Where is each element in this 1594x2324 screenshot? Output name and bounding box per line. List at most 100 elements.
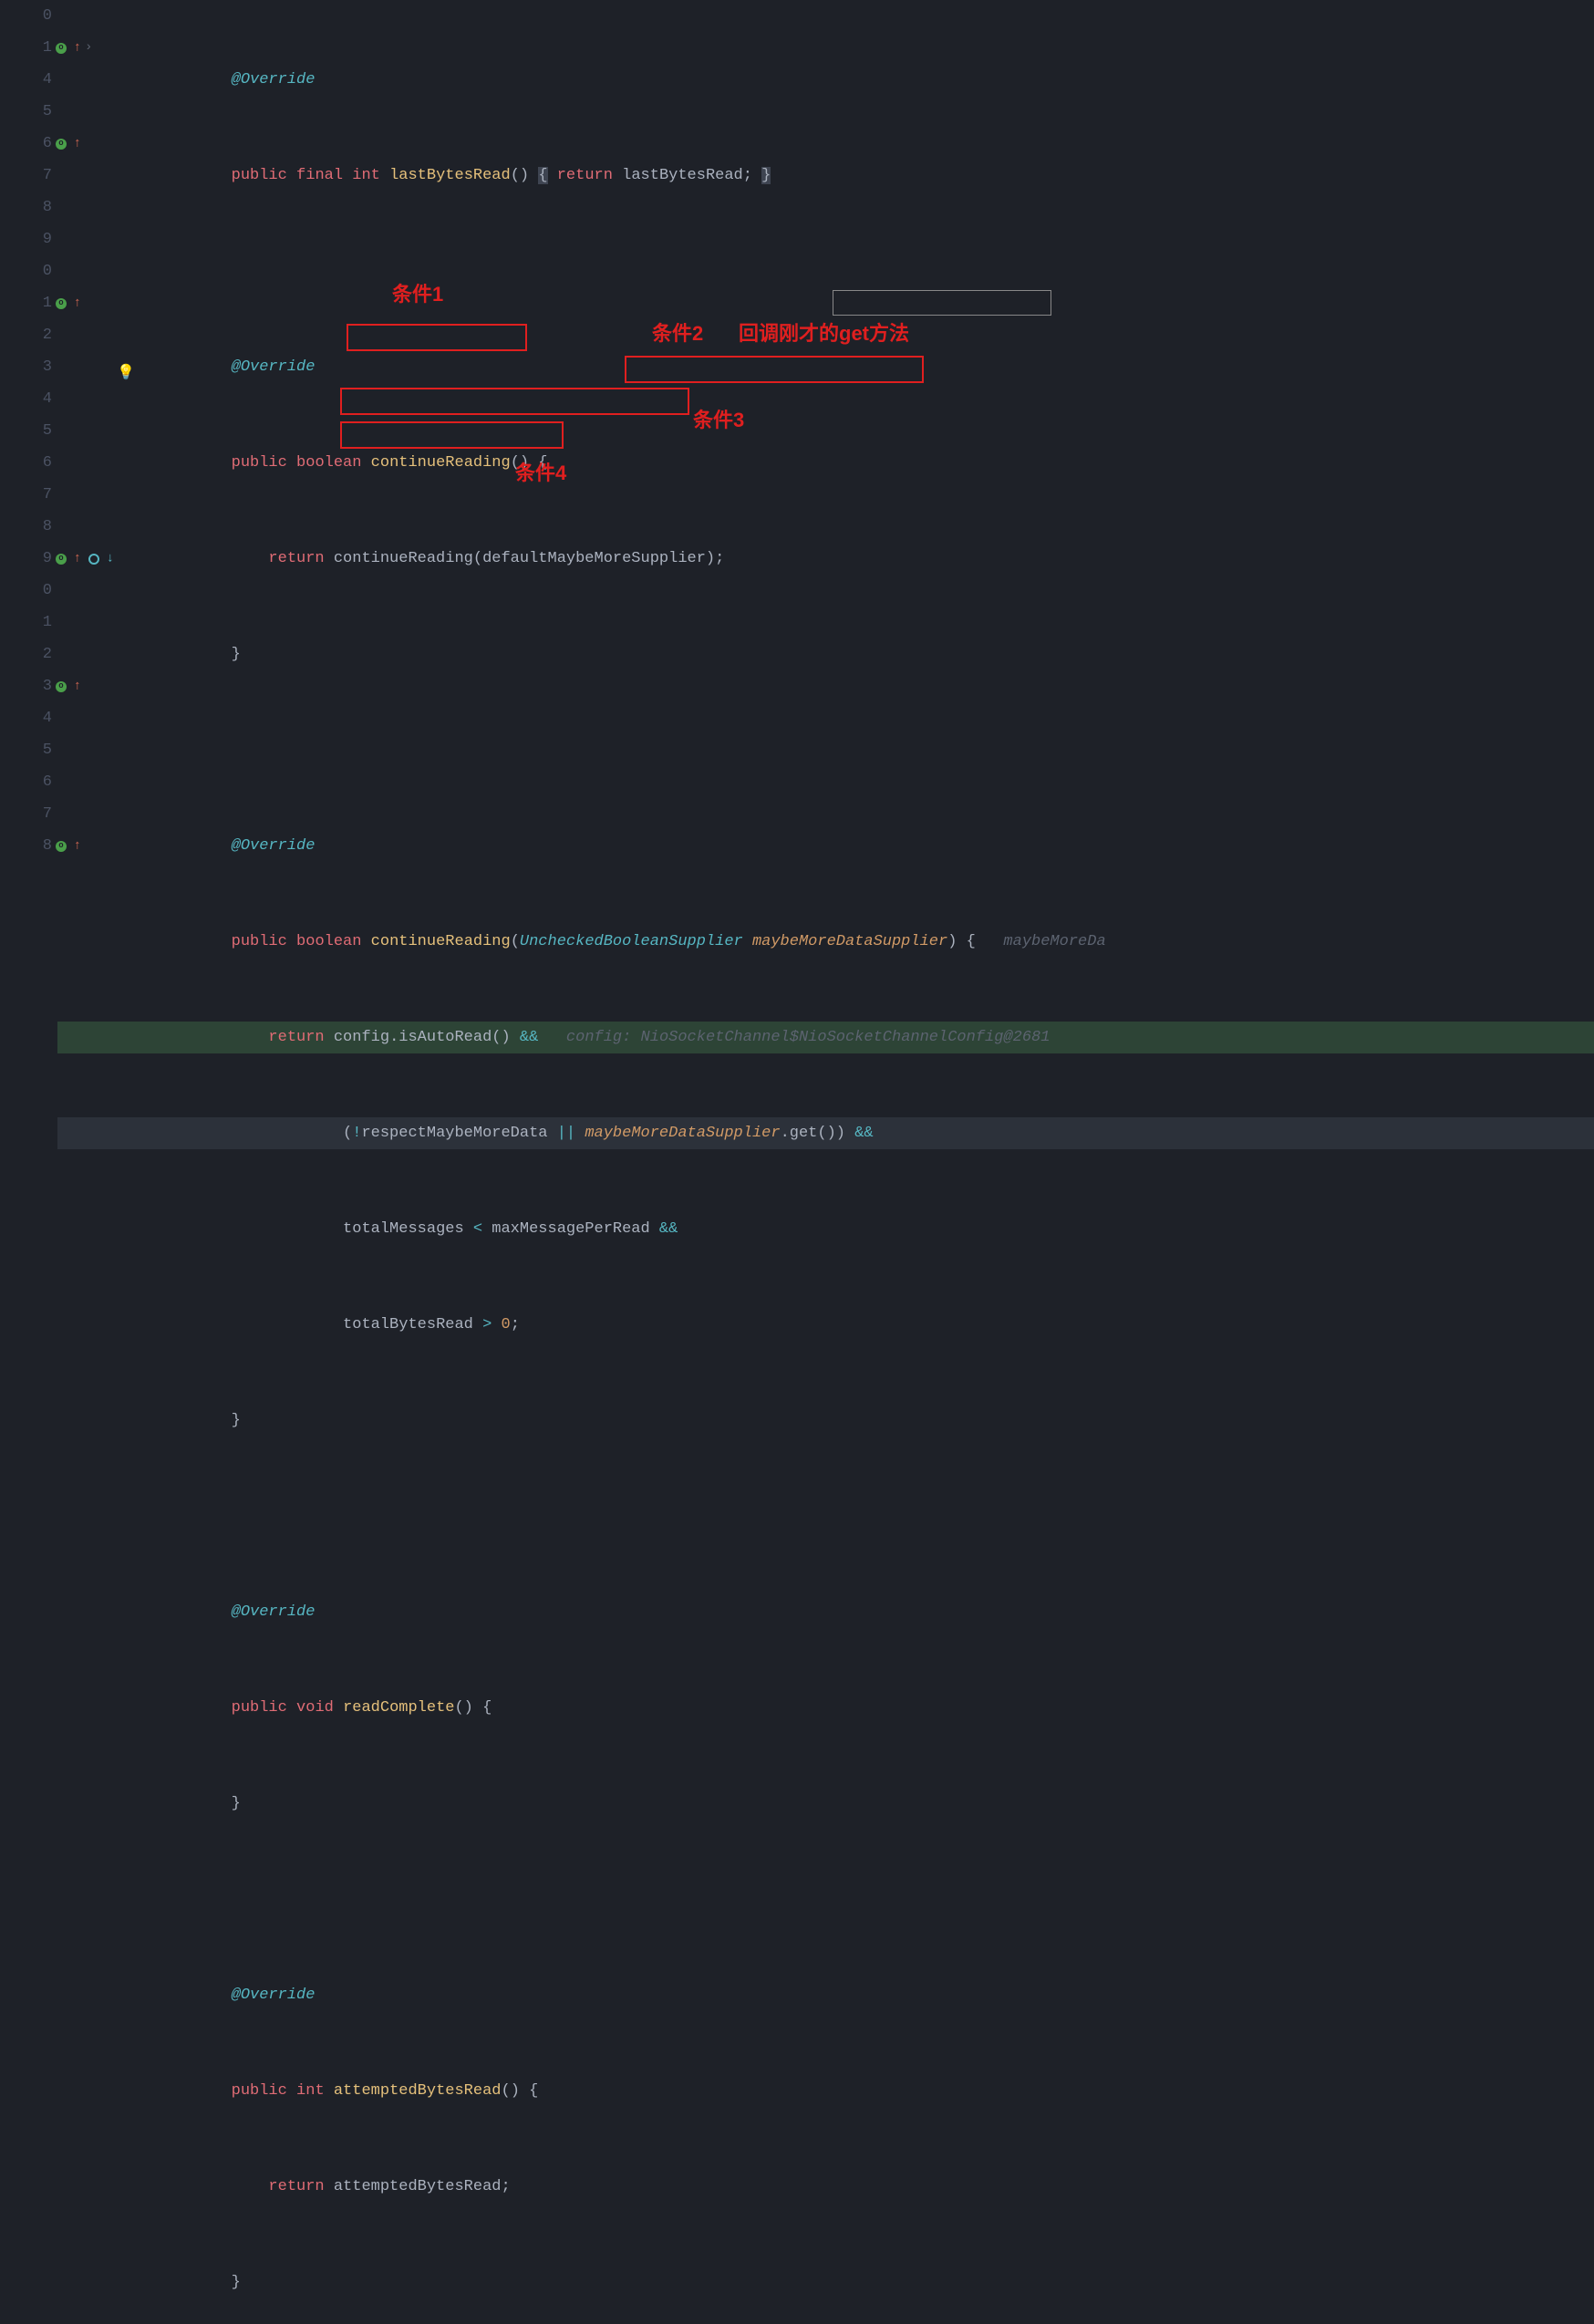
- identifier: maybeMoreDataSupplier: [585, 1125, 780, 1142]
- code-line[interactable]: @Override: [146, 1979, 1594, 2011]
- line-number: 2: [43, 646, 68, 663]
- line-number: 5: [43, 422, 68, 440]
- inline-hint: maybeMoreDa: [1003, 933, 1105, 950]
- operator: <: [473, 1220, 482, 1238]
- chevron-right-icon[interactable]: ›: [85, 32, 92, 64]
- keyword: return: [268, 2178, 324, 2195]
- code-line[interactable]: [146, 1883, 1594, 1915]
- highlight-box-4: [340, 421, 564, 449]
- fold-gutter: ›: [78, 0, 109, 1162]
- code-content[interactable]: @Override public final int lastBytesRead…: [146, 0, 1594, 1162]
- line-number: 8: [43, 518, 68, 535]
- condition-2-suffix-label: 回调刚才的get方法: [739, 324, 909, 344]
- line-number: 0: [43, 7, 68, 25]
- line-number: 0: [43, 582, 68, 599]
- override-marker-icon[interactable]: o: [56, 139, 67, 150]
- code-line[interactable]: }: [146, 1405, 1594, 1437]
- operator: ||: [557, 1125, 575, 1142]
- code-editor[interactable]: 0 1o↑ 4 5 6o↑ 7 8 9 0 1o↑ 2 3 4 5 6 7 8 …: [0, 0, 1594, 1162]
- code-line[interactable]: @Override: [146, 351, 1594, 383]
- type: int: [352, 167, 380, 184]
- intention-gutter: 💡: [109, 0, 146, 1162]
- line-number: 9: [43, 231, 68, 248]
- identifier: maxMessagePerRead: [492, 1220, 649, 1238]
- override-marker-icon[interactable]: o: [56, 298, 67, 309]
- annotation: @Override: [232, 1987, 316, 2004]
- keyword: return: [268, 1029, 324, 1046]
- code-line[interactable]: [146, 734, 1594, 766]
- method-call: isAutoRead: [398, 1029, 492, 1046]
- inline-hint: ChannelConfig@2681: [883, 1029, 1051, 1046]
- line-number: 1: [43, 614, 68, 631]
- code-line[interactable]: [146, 1500, 1594, 1532]
- method-name: attemptedBytesRead: [334, 2082, 502, 2100]
- identifier: totalMessages: [343, 1220, 464, 1238]
- code-line-highlighted[interactable]: return config.isAutoRead() && config: Ni…: [57, 1022, 1594, 1053]
- code-line[interactable]: @Override: [146, 1596, 1594, 1628]
- override-marker-icon[interactable]: o: [56, 841, 67, 852]
- code-line-current[interactable]: (!respectMaybeMoreData || maybeMoreDataS…: [57, 1117, 1594, 1149]
- identifier: respectMaybeMoreData: [361, 1125, 547, 1142]
- type: boolean: [296, 933, 361, 950]
- operator: &&: [520, 1029, 538, 1046]
- param-type: UncheckedBooleanSupplier: [520, 933, 743, 950]
- line-number-gutter: 0 1o↑ 4 5 6o↑ 7 8 9 0 1o↑ 2 3 4 5 6 7 8 …: [0, 0, 78, 1162]
- line-number: 7: [43, 805, 68, 823]
- code-line[interactable]: public int attemptedBytesRead() {: [146, 2075, 1594, 2107]
- code-line[interactable]: public void readComplete() {: [146, 1692, 1594, 1724]
- line-number: 4: [43, 710, 68, 727]
- code-line[interactable]: [146, 255, 1594, 287]
- code-line[interactable]: return continueReading(defaultMaybeMoreS…: [146, 543, 1594, 575]
- line-number: 4: [43, 390, 68, 408]
- operator: >: [482, 1316, 492, 1333]
- keyword: return: [268, 550, 324, 567]
- code-line[interactable]: public final int lastBytesRead() { retur…: [146, 160, 1594, 192]
- code-line[interactable]: }: [146, 1788, 1594, 1820]
- type: int: [296, 2082, 325, 2100]
- keyword: final: [296, 167, 343, 184]
- condition-1-label: 条件1: [392, 285, 443, 305]
- annotation: @Override: [232, 1603, 316, 1621]
- line-number: 6: [43, 773, 68, 791]
- override-marker-icon[interactable]: o: [56, 554, 67, 565]
- type: void: [296, 1699, 334, 1717]
- line-number: 8: [43, 199, 68, 216]
- highlight-box-1: [347, 324, 527, 351]
- code-line[interactable]: totalBytesRead > 0;: [146, 1309, 1594, 1341]
- line-number: 7: [43, 486, 68, 503]
- line-number: 5: [43, 103, 68, 120]
- annotation: @Override: [232, 837, 316, 855]
- method-name: continueReading: [371, 454, 511, 472]
- code-line[interactable]: public boolean continueReading() {: [146, 447, 1594, 479]
- keyword: public: [232, 2082, 287, 2100]
- condition-3-label: 条件3: [693, 410, 744, 431]
- operator: &&: [659, 1220, 678, 1238]
- method-call: get: [790, 1125, 818, 1142]
- keyword: public: [232, 454, 287, 472]
- operator: &&: [854, 1125, 873, 1142]
- type: boolean: [296, 454, 361, 472]
- operator: !: [352, 1125, 361, 1142]
- method-name: readComplete: [343, 1699, 454, 1717]
- line-number: 0: [43, 263, 68, 280]
- code-line[interactable]: }: [146, 2267, 1594, 2298]
- code-line[interactable]: @Override: [146, 64, 1594, 96]
- keyword: public: [232, 1699, 287, 1717]
- override-marker-icon[interactable]: o: [56, 681, 67, 692]
- method-call: continueReading: [334, 550, 473, 567]
- code-line[interactable]: return attemptedBytesRead;: [146, 2171, 1594, 2203]
- keyword: public: [232, 167, 287, 184]
- identifier: config: [334, 1029, 389, 1046]
- method-name: lastBytesRead: [389, 167, 511, 184]
- code-line[interactable]: @Override: [146, 830, 1594, 862]
- code-line[interactable]: public boolean continueReading(Unchecked…: [146, 926, 1594, 958]
- lightbulb-icon[interactable]: 💡: [117, 358, 135, 389]
- code-line[interactable]: }: [146, 638, 1594, 670]
- code-line[interactable]: totalMessages < maxMessagePerRead &&: [146, 1213, 1594, 1245]
- number: 0: [501, 1316, 510, 1333]
- inline-hint: config:: [566, 1029, 631, 1046]
- line-number: 7: [43, 167, 68, 184]
- line-number: 3: [43, 358, 68, 376]
- override-marker-icon[interactable]: o: [56, 43, 67, 54]
- inline-hint: NioSocketChannel$NioSocket: [631, 1029, 882, 1046]
